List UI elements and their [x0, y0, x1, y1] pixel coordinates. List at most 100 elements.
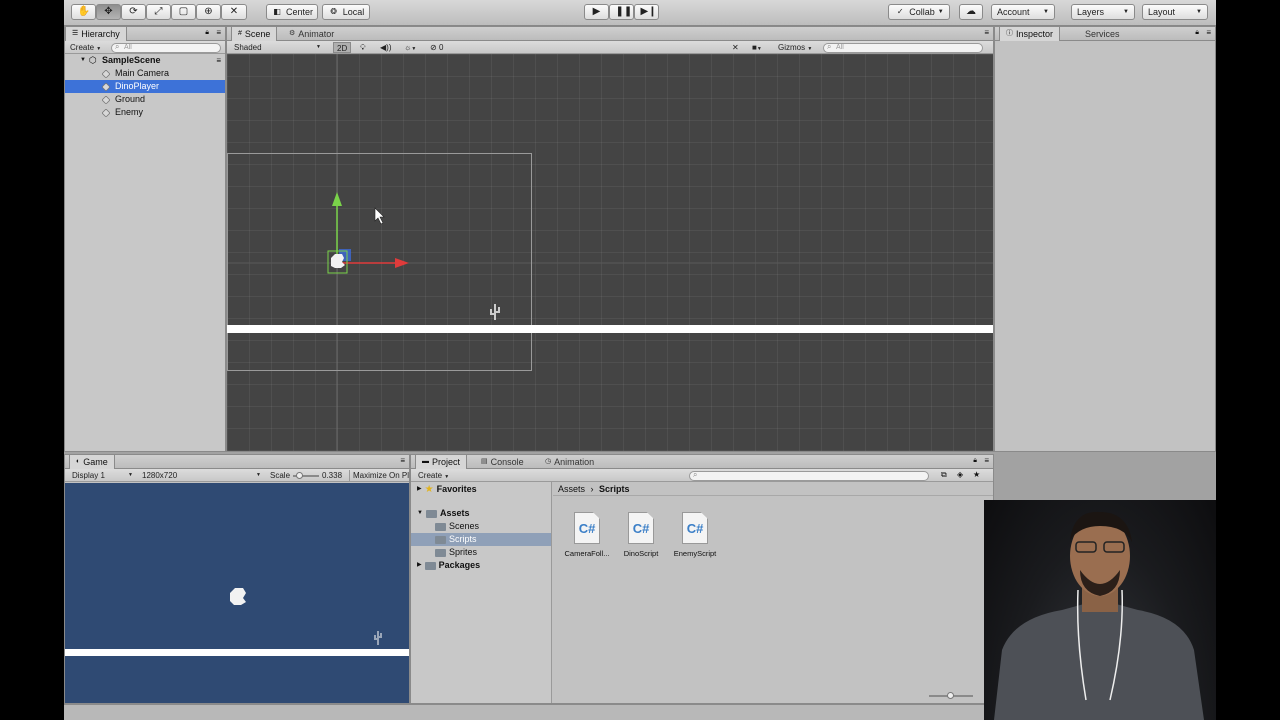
scale-slider[interactable]: [293, 472, 319, 479]
tab-services[interactable]: Services: [1079, 27, 1126, 41]
lock-icon[interactable]: 🔒︎: [205, 29, 209, 37]
hierarchy-search-input[interactable]: ⌕ All: [111, 43, 221, 53]
icon-size-slider[interactable]: [929, 692, 973, 699]
display-dropdown[interactable]: Display 1 ▼: [69, 470, 135, 481]
toggle-2d-button[interactable]: 2D: [333, 42, 352, 53]
shading-mode-dropdown[interactable]: Shaded ▼: [231, 42, 323, 53]
tree-assets[interactable]: ▼ Assets: [417, 507, 469, 520]
panel-menu-icon[interactable]: ≡: [216, 28, 221, 37]
favorites-star-icon: ★: [424, 484, 434, 495]
tab-project[interactable]: ▬ Project: [415, 455, 468, 469]
lock-icon[interactable]: 🔒︎: [973, 457, 977, 465]
panel-menu-icon[interactable]: ≡: [984, 28, 989, 37]
step-button[interactable]: ▶❙: [634, 4, 659, 20]
game-dino-sprite: [230, 588, 246, 605]
scene-search-input[interactable]: ⌕ All: [823, 43, 983, 53]
scene-menu-icon[interactable]: ≡: [216, 54, 221, 67]
clock-icon: ◷: [545, 458, 552, 465]
pivot-center-button[interactable]: ◧ Center: [266, 4, 318, 20]
tree-scripts[interactable]: Scripts: [411, 533, 551, 546]
tree-favorites[interactable]: ▶ ★ Favorites: [417, 483, 477, 496]
hierarchy-item-enemy[interactable]: Enemy: [65, 106, 225, 119]
custom-tool-button[interactable]: ✕: [221, 4, 247, 20]
tab-animator[interactable]: ⚙ Animator: [283, 27, 340, 41]
scene-viewport[interactable]: [227, 54, 993, 451]
pivot-space-button[interactable]: ❂ Local: [322, 4, 370, 20]
ground-sprite[interactable]: [227, 325, 993, 333]
rect-tool-button[interactable]: ▢: [171, 4, 196, 20]
tab-animator-label: Animator: [298, 29, 335, 39]
camera-settings-dropdown[interactable]: ■▼: [749, 42, 765, 53]
tree-packages[interactable]: ▶ Packages: [417, 559, 480, 572]
expand-arrow-icon[interactable]: ▶: [417, 483, 422, 496]
move-tool-button[interactable]: ✥: [96, 4, 121, 20]
enemy-cactus-sprite[interactable]: [490, 304, 500, 320]
expand-arrow-icon[interactable]: ▶: [417, 559, 422, 572]
cloud-button[interactable]: ☁: [959, 4, 983, 20]
project-search-input[interactable]: ⌕: [689, 471, 929, 481]
move-gizmo-y-arrow[interactable]: [332, 192, 342, 206]
panel-menu-icon[interactable]: ≡: [1206, 28, 1211, 37]
pause-icon: ❚❚: [615, 6, 633, 17]
account-dropdown[interactable]: Account ▼: [991, 4, 1055, 20]
game-subbar: Display 1 ▼ 1280x720 ▼ Scale 0.338 Maximiz…: [65, 469, 409, 482]
expand-arrow-icon[interactable]: ▼: [80, 54, 86, 67]
tab-console[interactable]: ▤ Console: [475, 455, 530, 469]
icon-size-slider-thumb[interactable]: [947, 692, 954, 699]
rotate-tool-button[interactable]: ⟳: [121, 4, 146, 20]
maximize-on-play-toggle[interactable]: Maximize On Pl: [349, 470, 409, 481]
scene-row[interactable]: ▼ ⬡ SampleScene ≡: [65, 54, 225, 67]
lighting-toggle[interactable]: 💡︎: [357, 42, 369, 53]
tab-animation[interactable]: ◷ Animation: [539, 455, 600, 469]
tree-sprites-label: Sprites: [449, 547, 478, 557]
breadcrumb-assets[interactable]: Assets: [558, 484, 585, 494]
project-create-dropdown[interactable]: Create ▼: [415, 470, 452, 481]
tab-hierarchy[interactable]: ☰ Hierarchy: [65, 27, 127, 41]
gizmos-dropdown[interactable]: Gizmos ▼: [775, 42, 815, 53]
favorite-star-icon[interactable]: ★: [973, 470, 980, 479]
tab-inspector[interactable]: ⓘ Inspector: [999, 27, 1061, 41]
hierarchy-item-dinoplayer[interactable]: DinoPlayer: [65, 80, 225, 93]
collab-dropdown[interactable]: ✓ Collab ▼: [888, 4, 950, 20]
tab-scene[interactable]: # Scene: [231, 27, 278, 41]
chevron-down-icon: ▼: [937, 9, 944, 15]
asset-dinoscript[interactable]: C# DinoScript: [613, 512, 669, 558]
tree-scenes[interactable]: Scenes: [435, 520, 479, 533]
panel-menu-icon[interactable]: ≡: [400, 456, 405, 465]
search-icon: ⌕: [827, 42, 832, 51]
scale-tool-button[interactable]: ⤢: [146, 4, 171, 20]
hand-tool-button[interactable]: ✋: [71, 4, 96, 20]
eye-slash-icon: ⊘: [430, 43, 437, 52]
hierarchy-item-main-camera[interactable]: Main Camera: [65, 67, 225, 80]
filter-type-icon[interactable]: ⧉: [941, 470, 947, 480]
tab-game[interactable]: ◐ Game: [69, 455, 115, 469]
asset-camerafollow[interactable]: C# CameraFoll...: [559, 512, 615, 558]
hidden-objects-toggle[interactable]: ⊘ 0: [427, 42, 446, 53]
scene-tools-button[interactable]: ✕: [729, 42, 742, 53]
lock-icon[interactable]: 🔒︎: [1195, 29, 1199, 37]
expand-arrow-icon[interactable]: ▼: [417, 507, 423, 520]
layout-dropdown[interactable]: Layout ▼: [1142, 4, 1208, 20]
resolution-dropdown[interactable]: 1280x720 ▼: [139, 470, 263, 481]
chevron-down-icon: ▼: [807, 46, 813, 52]
search-icon: ⌕: [693, 470, 698, 479]
hierarchy-item-ground[interactable]: Ground: [65, 93, 225, 106]
csharp-script-icon: C#: [682, 512, 708, 544]
transform-tool-button[interactable]: ⊕: [196, 4, 221, 20]
hierarchy-create-dropdown[interactable]: Create ▼: [67, 42, 104, 53]
breadcrumb-scripts[interactable]: Scripts: [599, 484, 630, 494]
audio-toggle[interactable]: ◀)): [377, 42, 394, 53]
speaker-icon: ◀)): [380, 43, 392, 52]
move-gizmo-x-arrow[interactable]: [395, 258, 409, 268]
pause-button[interactable]: ❚❚: [609, 4, 634, 20]
effects-dropdown[interactable]: ☼▼: [401, 42, 419, 53]
asset-enemyscript[interactable]: C# EnemyScript: [667, 512, 723, 558]
csharp-icon-text: C#: [632, 520, 650, 536]
scale-slider-thumb[interactable]: [295, 472, 303, 479]
layers-dropdown[interactable]: Layers ▼: [1071, 4, 1135, 20]
panel-menu-icon[interactable]: ≡: [984, 456, 989, 465]
rotate-icon: ⟳: [129, 6, 138, 17]
tree-sprites[interactable]: Sprites: [435, 546, 477, 559]
filter-label-icon[interactable]: ◈: [957, 470, 963, 479]
play-button[interactable]: ▶: [584, 4, 609, 20]
